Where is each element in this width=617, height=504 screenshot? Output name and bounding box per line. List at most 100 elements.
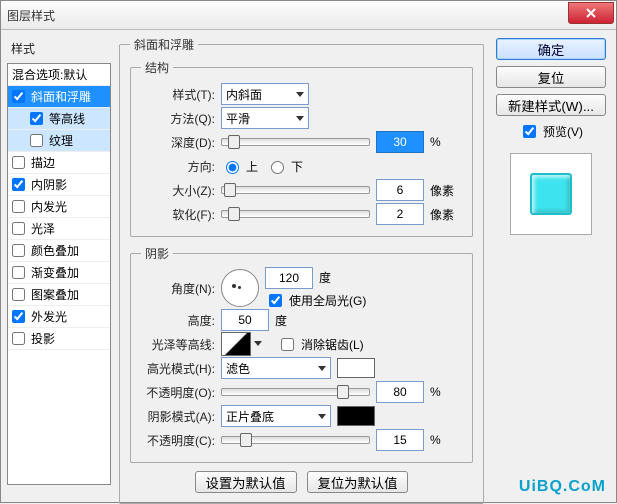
direction-up-radio[interactable]: [226, 161, 239, 174]
styles-panel: 样式 混合选项:默认 斜面和浮雕 等高线 纹理: [7, 36, 111, 497]
style-row-drop-shadow[interactable]: 投影: [8, 328, 110, 350]
dialog-content: 样式 混合选项:默认 斜面和浮雕 等高线 纹理: [1, 30, 616, 503]
ok-button[interactable]: 确定: [496, 38, 606, 60]
style-label: 斜面和浮雕: [31, 88, 91, 105]
style-row-gradient-overlay[interactable]: 渐变叠加: [8, 262, 110, 284]
angle-input[interactable]: [265, 267, 313, 289]
size-slider[interactable]: [221, 186, 370, 194]
style-row-contour[interactable]: 等高线: [8, 108, 110, 130]
style-combo-value: 内斜面: [226, 86, 262, 103]
structure-fieldset: 结构 样式(T): 内斜面 方法(Q): 平滑: [130, 59, 473, 237]
soften-label: 软化(F):: [141, 206, 215, 223]
highlight-opacity-label: 不透明度(O):: [141, 384, 215, 401]
depth-label: 深度(D):: [141, 134, 215, 151]
size-unit: 像素: [430, 182, 462, 199]
altitude-input[interactable]: [221, 309, 269, 331]
style-check-pattern-overlay[interactable]: [12, 288, 25, 301]
gloss-contour-picker[interactable]: [221, 332, 251, 356]
style-check-color-overlay[interactable]: [12, 244, 25, 257]
style-row-outer-glow[interactable]: 外发光: [8, 306, 110, 328]
style-row-inner-glow[interactable]: 内发光: [8, 196, 110, 218]
soften-unit: 像素: [430, 206, 462, 223]
style-label: 描边: [31, 154, 55, 171]
style-row-color-overlay[interactable]: 颜色叠加: [8, 240, 110, 262]
preview-swatch: [530, 173, 572, 215]
style-label: 纹理: [49, 132, 73, 149]
angle-dial[interactable]: [221, 269, 259, 307]
close-button[interactable]: [568, 2, 614, 24]
close-icon: [586, 8, 596, 18]
chevron-down-icon: [254, 341, 262, 346]
direction-down-radio[interactable]: [271, 161, 284, 174]
preview-check[interactable]: [523, 125, 536, 138]
blend-options-row[interactable]: 混合选项:默认: [8, 64, 110, 86]
shadow-opacity-label: 不透明度(C):: [141, 432, 215, 449]
style-row-inner-shadow[interactable]: 内阴影: [8, 174, 110, 196]
action-column: 确定 复位 新建样式(W)... 预览(V): [492, 36, 610, 497]
cancel-button[interactable]: 复位: [496, 66, 606, 88]
style-check-contour[interactable]: [30, 112, 43, 125]
styles-list: 混合选项:默认 斜面和浮雕 等高线 纹理 描边: [7, 63, 111, 485]
shadow-color-swatch[interactable]: [337, 406, 375, 426]
style-check-texture[interactable]: [30, 134, 43, 147]
highlight-mode-label: 高光模式(H):: [141, 360, 215, 377]
use-global-light-check[interactable]: [269, 294, 282, 307]
shadow-mode-value: 正片叠底: [226, 408, 274, 425]
depth-unit: %: [430, 135, 462, 149]
use-global-light[interactable]: 使用全局光(G): [265, 291, 366, 310]
highlight-opacity-input[interactable]: [376, 381, 424, 403]
antialias[interactable]: 消除锯齿(L): [277, 335, 364, 354]
structure-legend: 结构: [141, 59, 173, 76]
style-check-stroke[interactable]: [12, 156, 25, 169]
shadow-opacity-slider[interactable]: [221, 436, 370, 444]
shading-legend: 阴影: [141, 245, 173, 262]
bevel-legend: 斜面和浮雕: [130, 36, 198, 53]
style-row-stroke[interactable]: 描边: [8, 152, 110, 174]
direction-up[interactable]: 上: [221, 158, 258, 175]
style-label: 光泽: [31, 220, 55, 237]
style-check-satin[interactable]: [12, 222, 25, 235]
preview-box: [510, 153, 592, 235]
style-row-texture[interactable]: 纹理: [8, 130, 110, 152]
gloss-contour-label: 光泽等高线:: [141, 336, 215, 353]
preview-toggle[interactable]: 预览(V): [519, 122, 583, 141]
shadow-opacity-unit: %: [430, 433, 462, 447]
style-row-satin[interactable]: 光泽: [8, 218, 110, 240]
style-check-inner-shadow[interactable]: [12, 178, 25, 191]
style-check-outer-glow[interactable]: [12, 310, 25, 323]
titlebar[interactable]: 图层样式: [1, 1, 616, 30]
style-label: 样式(T):: [141, 86, 215, 103]
depth-input[interactable]: [376, 131, 424, 153]
direction-down[interactable]: 下: [266, 158, 303, 175]
soften-input[interactable]: [376, 203, 424, 225]
shadow-mode-combo[interactable]: 正片叠底: [221, 405, 331, 427]
style-row-pattern-overlay[interactable]: 图案叠加: [8, 284, 110, 306]
make-default-button[interactable]: 设置为默认值: [195, 471, 297, 493]
depth-slider[interactable]: [221, 138, 370, 146]
shadow-mode-label: 阴影模式(A):: [141, 408, 215, 425]
chevron-down-icon: [296, 116, 304, 121]
technique-combo[interactable]: 平滑: [221, 107, 309, 129]
style-check-inner-glow[interactable]: [12, 200, 25, 213]
style-label: 等高线: [49, 110, 85, 127]
style-label: 内发光: [31, 198, 67, 215]
highlight-opacity-slider[interactable]: [221, 388, 370, 396]
settings-panel: 斜面和浮雕 结构 样式(T): 内斜面 方法(Q): 平滑: [111, 36, 492, 497]
soften-slider[interactable]: [221, 210, 370, 218]
reset-default-button[interactable]: 复位为默认值: [307, 471, 409, 493]
style-combo[interactable]: 内斜面: [221, 83, 309, 105]
bevel-fieldset: 斜面和浮雕 结构 样式(T): 内斜面 方法(Q): 平滑: [119, 36, 484, 504]
style-check-drop-shadow[interactable]: [12, 332, 25, 345]
style-check-bevel[interactable]: [12, 90, 25, 103]
new-style-button[interactable]: 新建样式(W)...: [496, 94, 606, 116]
altitude-label: 高度:: [141, 312, 215, 329]
antialias-check[interactable]: [281, 338, 294, 351]
style-label: 渐变叠加: [31, 264, 79, 281]
style-row-bevel[interactable]: 斜面和浮雕: [8, 86, 110, 108]
window-title: 图层样式: [7, 7, 55, 24]
style-check-gradient-overlay[interactable]: [12, 266, 25, 279]
size-input[interactable]: [376, 179, 424, 201]
highlight-mode-combo[interactable]: 滤色: [221, 357, 331, 379]
highlight-color-swatch[interactable]: [337, 358, 375, 378]
shadow-opacity-input[interactable]: [376, 429, 424, 451]
